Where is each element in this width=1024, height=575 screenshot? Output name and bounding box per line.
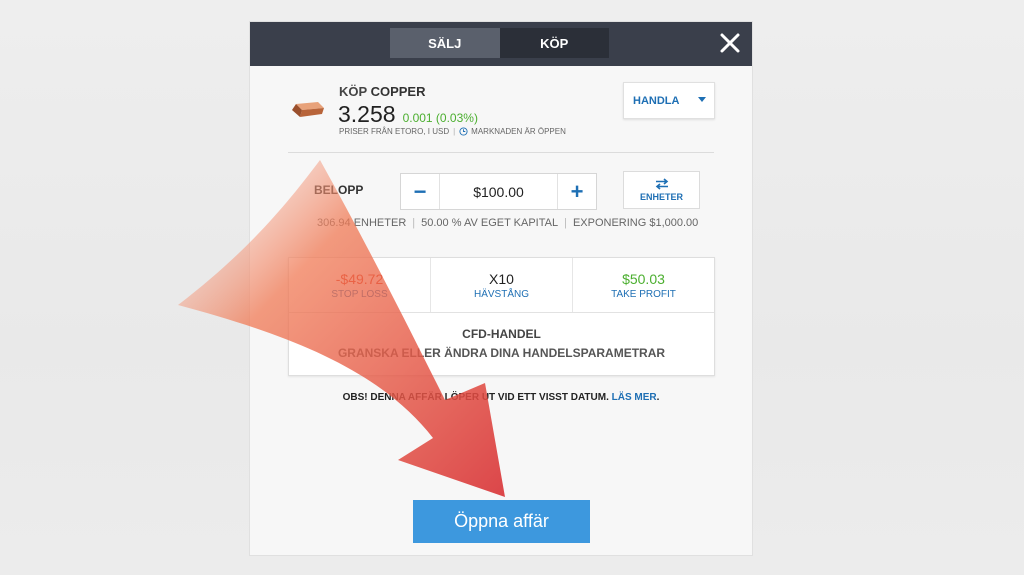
exposure-info: EXPONERING $1,000.00 <box>572 217 699 229</box>
amount-input[interactable]: $100.00 <box>440 184 557 200</box>
expiry-note: OBS! DENNA AFFÄR LÖPER UT VID ETT VISST … <box>250 392 752 403</box>
cfd-review-section[interactable]: CFD-HANDEL GRANSKA ELLER ÄNDRA DINA HAND… <box>289 313 714 373</box>
units-toggle-button[interactable]: ENHETER <box>623 171 700 209</box>
price-note: PRISER FRÅN ETORO, I USD | MARKNADEN ÄR … <box>339 127 566 136</box>
stop-loss-value: -$49.72 <box>335 270 384 287</box>
take-profit-value: $50.03 <box>622 270 665 287</box>
increase-amount-button[interactable]: + <box>557 174 596 209</box>
close-icon[interactable] <box>718 31 742 55</box>
leverage-param[interactable]: X10 HÄVSTÅNG <box>430 258 572 312</box>
swap-arrows-icon <box>655 178 668 190</box>
open-trade-button[interactable]: Öppna affär <box>413 500 590 543</box>
info-separator: | <box>564 217 567 229</box>
instrument-action: KÖP <box>339 84 367 99</box>
instrument-price: 3.258 <box>338 101 396 127</box>
trade-dialog: SÄLJ KÖP KÖP COPPER 3.258 0.001 (0.03%) … <box>250 22 752 555</box>
capital-info: 50.00 % AV EGET KAPITAL <box>421 217 559 229</box>
instrument-name: COPPER <box>370 84 426 99</box>
clock-icon <box>459 127 468 136</box>
info-separator: | <box>412 217 416 229</box>
cfd-subtitle: GRANSKA ELLER ÄNDRA DINA HANDELSPARAMETR… <box>337 345 666 360</box>
take-profit-param[interactable]: $50.03 TAKE PROFIT <box>572 258 714 312</box>
tab-sell[interactable]: SÄLJ <box>390 28 500 58</box>
position-info: 306.94 ENHETER | 50.00 % AV EGET KAPITAL… <box>317 217 698 229</box>
caret-down-icon <box>698 97 706 102</box>
price-source: PRISER FRÅN ETORO, I USD <box>339 127 450 136</box>
trade-type-dropdown[interactable]: HANDLA <box>623 82 715 119</box>
read-more-link[interactable]: LÄS MER <box>612 392 657 403</box>
parameters-row: -$49.72 STOP LOSS X10 HÄVSTÅNG $50.03 TA… <box>289 258 714 313</box>
copper-ingot-icon <box>292 102 324 117</box>
units-button-label: ENHETER <box>639 192 683 202</box>
expiry-text: OBS! DENNA AFFÄR LÖPER UT VID ETT VISST … <box>342 392 609 403</box>
cfd-title: CFD-HANDEL <box>462 326 541 341</box>
trade-dropdown-label: HANDLA <box>633 94 680 107</box>
dialog-header: SÄLJ KÖP <box>250 22 752 66</box>
tab-buy[interactable]: KÖP <box>499 28 609 58</box>
stop-loss-label: STOP LOSS <box>331 288 388 300</box>
leverage-value: X10 <box>489 270 514 287</box>
amount-label: BELOPP <box>314 183 364 197</box>
instrument-title: KÖP COPPER <box>339 84 425 99</box>
note-separator: | <box>453 127 456 136</box>
market-status: MARKNADEN ÄR ÖPPEN <box>471 127 566 136</box>
units-info: 306.94 ENHETER <box>317 217 407 229</box>
price-change: 0.001 (0.03%) <box>402 111 478 125</box>
decrease-amount-button[interactable]: − <box>401 174 440 209</box>
amount-stepper: − $100.00 + <box>400 173 597 210</box>
price-line: 3.258 0.001 (0.03%) <box>338 101 478 128</box>
divider <box>288 152 714 153</box>
sell-buy-tabs: SÄLJ KÖP <box>390 28 609 58</box>
stop-loss-param[interactable]: -$49.72 STOP LOSS <box>289 258 430 312</box>
expiry-period: . <box>656 392 660 403</box>
leverage-label: HÄVSTÅNG <box>473 288 529 300</box>
take-profit-label: TAKE PROFIT <box>611 288 676 300</box>
trade-parameters-card: -$49.72 STOP LOSS X10 HÄVSTÅNG $50.03 TA… <box>288 257 715 376</box>
